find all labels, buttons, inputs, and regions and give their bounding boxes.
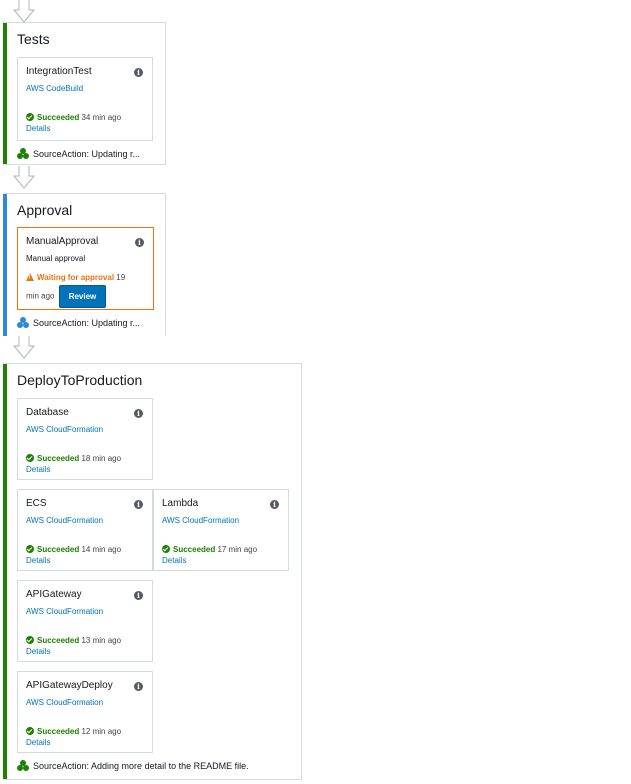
status-time-suffix: min ago [26,291,55,301]
action-name: ManualApproval [26,236,99,247]
source-revision-text: SourceAction: Updating r... [33,149,141,159]
stage-status-bar [3,364,7,779]
info-icon[interactable]: i [134,682,143,691]
status-text: Succeeded [37,545,80,554]
action-provider-link[interactable]: AWS CloudFormation [26,607,103,616]
details-link[interactable]: Details [26,647,50,656]
action-status: Succeeded 14 min ago [26,545,121,554]
action-provider-link[interactable]: AWS CloudFormation [26,698,103,707]
status-time: 19 [116,273,126,282]
action-name: Database [26,407,69,418]
check-circle-icon [26,545,34,553]
status-time: 12 min ago [81,727,122,736]
action-provider-link[interactable]: AWS CloudFormation [26,516,103,525]
action-status: Succeeded 12 min ago [26,727,121,736]
stage-title: Approval [17,202,73,218]
action-provider-link[interactable]: AWS CodeBuild [26,84,83,93]
status-time: 17 min ago [217,545,258,554]
check-circle-icon [162,545,170,553]
details-link[interactable]: Details [26,124,50,133]
status-text: Succeeded [37,113,80,122]
source-revision[interactable]: SourceAction: Updating r... [17,317,140,328]
action-name: APIGateway [26,589,82,600]
status-time: 14 min ago [81,545,122,554]
status-time: 34 min ago [81,113,122,122]
action-card-manualapproval: ManualApproval i Manual approval Waiting… [17,227,154,310]
check-circle-icon [26,454,34,462]
stage-status-bar [3,23,7,164]
check-circle-icon [26,636,34,644]
source-revision-icon [17,760,29,771]
action-status: Succeeded 18 min ago [26,454,121,463]
action-provider-link[interactable]: AWS CloudFormation [26,425,103,434]
details-link[interactable]: Details [26,556,50,565]
source-revision-icon [17,317,29,328]
action-name: APIGatewayDeploy [26,680,113,691]
source-revision[interactable]: SourceAction: Adding more detail to the … [17,760,249,771]
status-text: Waiting for approval [37,273,115,282]
details-link[interactable]: Details [26,465,50,474]
action-status: Succeeded 17 min ago [162,545,257,554]
info-icon[interactable]: i [134,68,143,77]
check-circle-icon [26,727,34,735]
info-icon[interactable]: i [134,591,143,600]
status-time: 18 min ago [81,454,122,463]
action-provider-link[interactable]: AWS CloudFormation [162,516,239,525]
approval-status: Waiting for approval 19 min ago Review [26,270,151,308]
status-text: Succeeded [37,727,80,736]
source-revision[interactable]: SourceAction: Updating r... [17,148,140,159]
action-status: Succeeded 13 min ago [26,636,121,645]
source-revision-text: SourceAction: Adding more detail to the … [33,761,249,771]
source-revision-text: SourceAction: Updating r... [33,318,141,328]
stage-status-bar [3,194,7,336]
details-link[interactable]: Details [162,556,186,565]
review-button[interactable]: Review [58,285,107,308]
details-link[interactable]: Details [26,738,50,747]
action-card-apigatewaydeploy: APIGatewayDeploy i AWS CloudFormation Su… [17,671,153,753]
action-provider: Manual approval [26,254,86,263]
action-card-database: Database i AWS CloudFormation Succeeded … [17,398,153,480]
action-card-ecs: ECS i AWS CloudFormation Succeeded 14 mi… [17,489,153,571]
action-name: ECS [26,498,47,509]
stage-title: Tests [17,31,50,47]
stage-deploytoproduction: DeployToProduction Database i AWS CloudF… [3,363,302,780]
check-circle-icon [26,113,34,121]
stage-tests: Tests IntegrationTest i AWS CodeBuild Su… [3,22,166,165]
source-revision-icon [17,148,29,159]
down-arrow-icon [12,0,36,23]
info-icon[interactable]: i [134,500,143,509]
action-card-apigateway: APIGateway i AWS CloudFormation Succeede… [17,580,153,662]
down-arrow-icon [12,336,36,359]
action-card-integrationtest: IntegrationTest i AWS CodeBuild Succeede… [17,57,153,141]
action-name: IntegrationTest [26,66,92,77]
info-icon[interactable]: i [135,238,144,247]
action-name: Lambda [162,498,199,509]
status-text: Succeeded [37,636,80,645]
action-card-lambda: Lambda i AWS CloudFormation Succeeded 17… [153,489,289,571]
stage-title: DeployToProduction [17,372,143,388]
warning-icon [26,273,34,281]
action-status: Succeeded 34 min ago [26,113,121,122]
stage-approval: Approval ManualApproval i Manual approva… [3,193,166,336]
info-icon[interactable]: i [270,500,279,509]
down-arrow-icon [12,166,36,189]
info-icon[interactable]: i [134,409,143,418]
status-text: Succeeded [173,545,216,554]
status-text: Succeeded [37,454,80,463]
status-time: 13 min ago [81,636,122,645]
